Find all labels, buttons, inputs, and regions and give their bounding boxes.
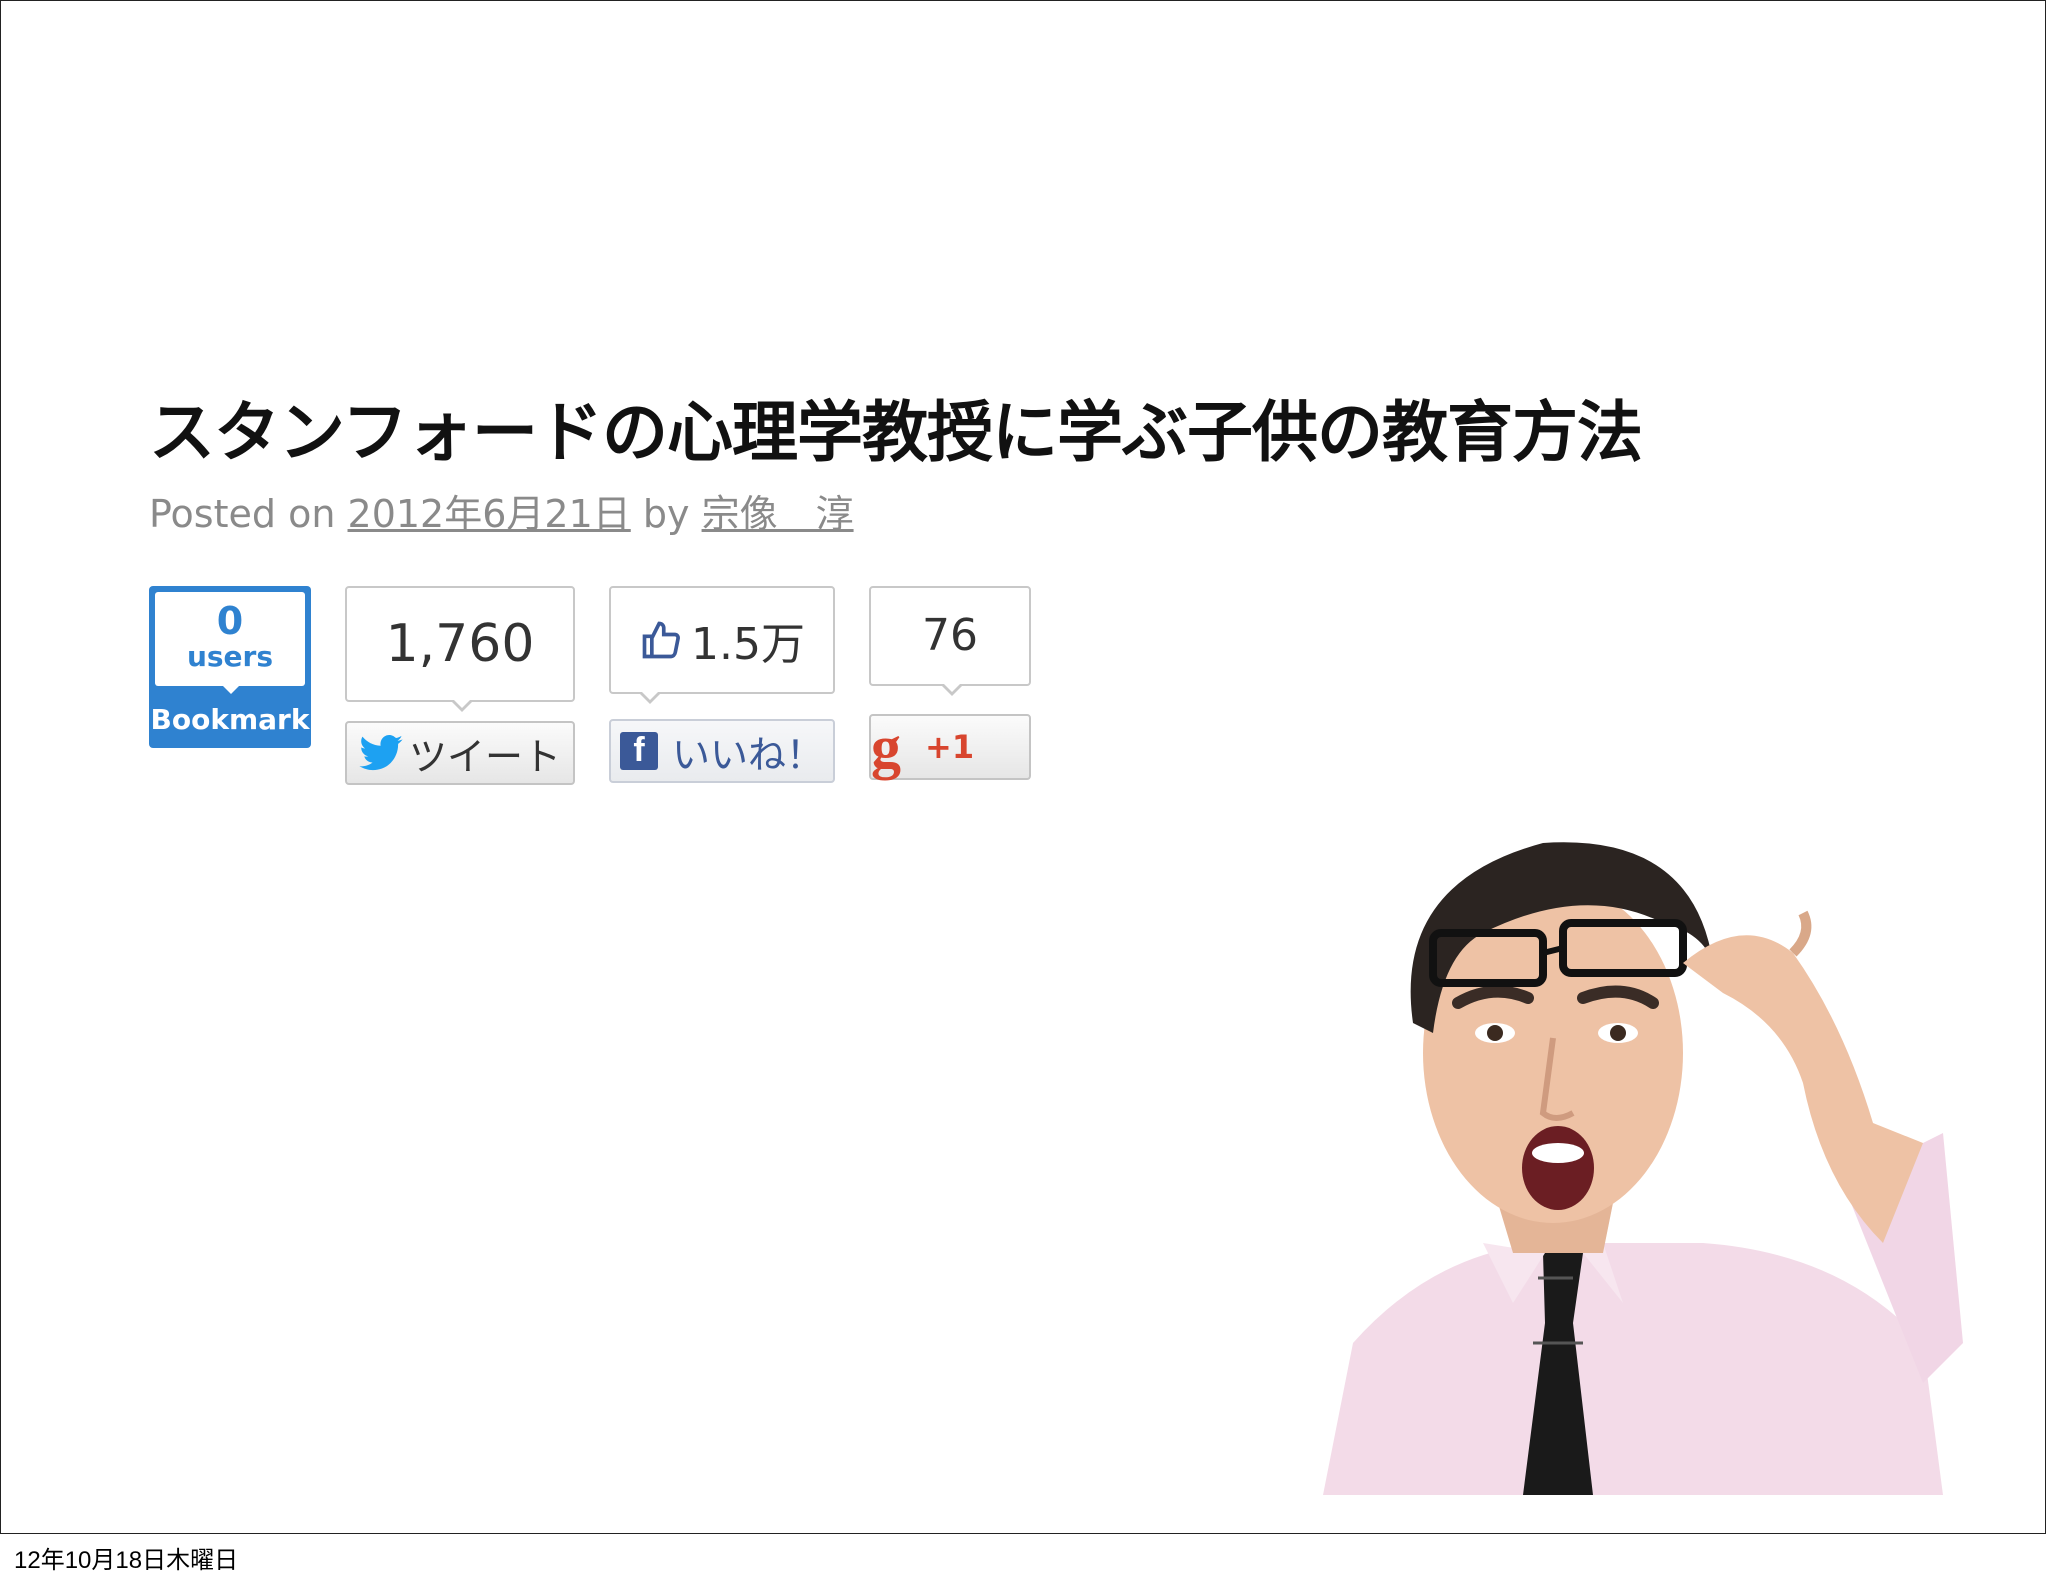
facebook-count: 1.5万	[691, 619, 805, 670]
hatena-label: Bookmark	[150, 703, 310, 736]
facebook-f-icon: f	[619, 731, 658, 770]
slide: スタンフォードの心理学教授に学ぶ子供の教育方法 Posted on 2012年6…	[0, 0, 2046, 1534]
post-date-link[interactable]: 2012年6月21日	[348, 492, 631, 536]
google-g-icon: g	[871, 714, 901, 780]
twitter-bird-icon	[359, 735, 403, 771]
hatena-unit: users	[186, 640, 274, 673]
facebook-like-button[interactable]: f いいね！	[609, 719, 835, 783]
thumbs-up-icon	[642, 621, 680, 659]
tweet-label: ツイート	[408, 734, 561, 779]
facebook-like-label: いいね！	[671, 732, 824, 777]
facebook-count-tail	[639, 691, 661, 704]
google-plus-count-box: 76	[869, 586, 1031, 696]
google-plus-count: 76	[922, 610, 978, 661]
hatena-bookmark-button[interactable]: 0 users Bookmark	[149, 586, 311, 748]
surprised-man-photo	[1283, 823, 1963, 1495]
google-plus-label: +1	[925, 728, 975, 766]
twitter-count: 1,760	[385, 614, 535, 674]
twitter-count-tail	[451, 699, 473, 712]
article-title: スタンフォードの心理学教授に学ぶ子供の教育方法	[149, 394, 1643, 471]
post-meta: Posted on 2012年6月21日 by 宗像 淳	[149, 483, 854, 538]
tweet-button[interactable]: ツイート	[345, 721, 575, 785]
hatena-count-box: 0 users	[155, 592, 305, 686]
hatena-count: 0	[216, 599, 244, 643]
google-plus-one-button[interactable]: g +1	[869, 714, 1031, 780]
twitter-count-box: 1,760	[345, 586, 575, 712]
hatena-tail	[221, 684, 241, 694]
by-label: by	[642, 492, 690, 536]
google-plus-count-tail	[941, 683, 963, 696]
posted-on-label: Posted on	[149, 492, 336, 536]
slide-footer-timestamp: 12年10月18日木曜日	[14, 1547, 239, 1574]
facebook-count-box: 1.5万	[609, 586, 835, 704]
author-link[interactable]: 宗像 淳	[702, 492, 854, 536]
surprised-man-illustration	[1323, 842, 1963, 1495]
